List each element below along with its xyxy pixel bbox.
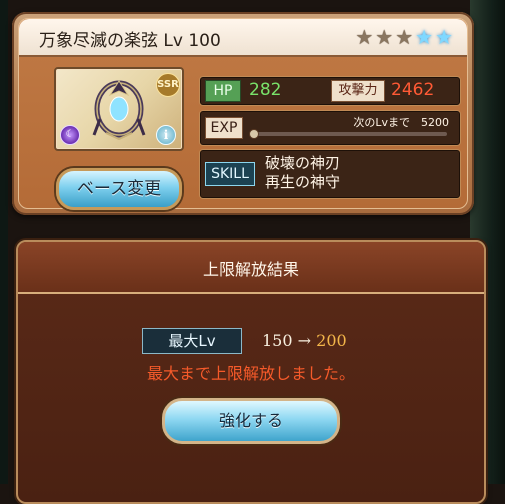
exp-bar [251,132,447,136]
skill-list: 破壊の神刃 再生の神守 [265,154,340,192]
stats-row: HP 282 攻撃力 2462 [200,77,460,105]
hp-value: 282 [249,80,282,100]
star-icon: ★ [415,25,434,49]
level-change: 150 → 200 [262,331,347,350]
panel-header: 上限解放結果 [18,242,484,294]
ssr-badge: SSR [156,73,180,97]
weapon-portrait[interactable]: SSR ☾ i [54,67,184,151]
attack-label: 攻撃力 [331,80,385,102]
weapon-art [92,80,146,141]
uncap-stars: ★ ★ ★ ★ ★ [355,27,453,47]
skill-row: SKILL 破壊の神刃 再生の神守 [200,150,460,198]
exp-label: EXP [205,117,243,139]
weapon-card: 万象尽滅の楽弦 Lv 100 ★ ★ ★ ★ ★ SSR ☾ i ベース変更 H… [12,12,474,215]
skill-name[interactable]: 再生の神守 [265,173,340,192]
hp-label: HP [205,80,241,102]
weapon-title: 万象尽滅の楽弦 Lv 100 [39,31,221,51]
skill-name[interactable]: 破壊の神刃 [265,154,340,173]
element-icon: ☾ [60,125,80,145]
star-icon: ★ [395,25,414,49]
weapon-title-bar: 万象尽滅の楽弦 Lv 100 ★ ★ ★ ★ ★ [19,19,467,57]
info-icon[interactable]: i [156,125,176,145]
star-icon: ★ [375,25,394,49]
star-icon: ★ [355,25,374,49]
arrow-icon: → [297,331,312,350]
panel-title: 上限解放結果 [202,260,299,279]
max-level-label: 最大Lv [142,328,242,354]
result-message: 最大まで上限解放しました。 [146,364,355,383]
upgrade-button[interactable]: 強化する [162,398,340,444]
level-from: 150 [262,331,293,350]
uncap-result-panel: 上限解放結果 最大Lv 150 → 200 最大まで上限解放しました。 強化する [16,240,486,504]
exp-next-level: 次のLvまで 5200 [353,116,449,129]
attack-value: 2462 [391,80,435,100]
exp-bar-knob [249,129,259,139]
star-icon: ★ [435,25,453,49]
skill-label: SKILL [205,162,255,186]
background-left [0,0,8,484]
level-to: 200 [316,331,347,350]
exp-row: EXP 次のLvまで 5200 [200,111,460,145]
base-change-button[interactable]: ベース変更 [56,168,182,210]
